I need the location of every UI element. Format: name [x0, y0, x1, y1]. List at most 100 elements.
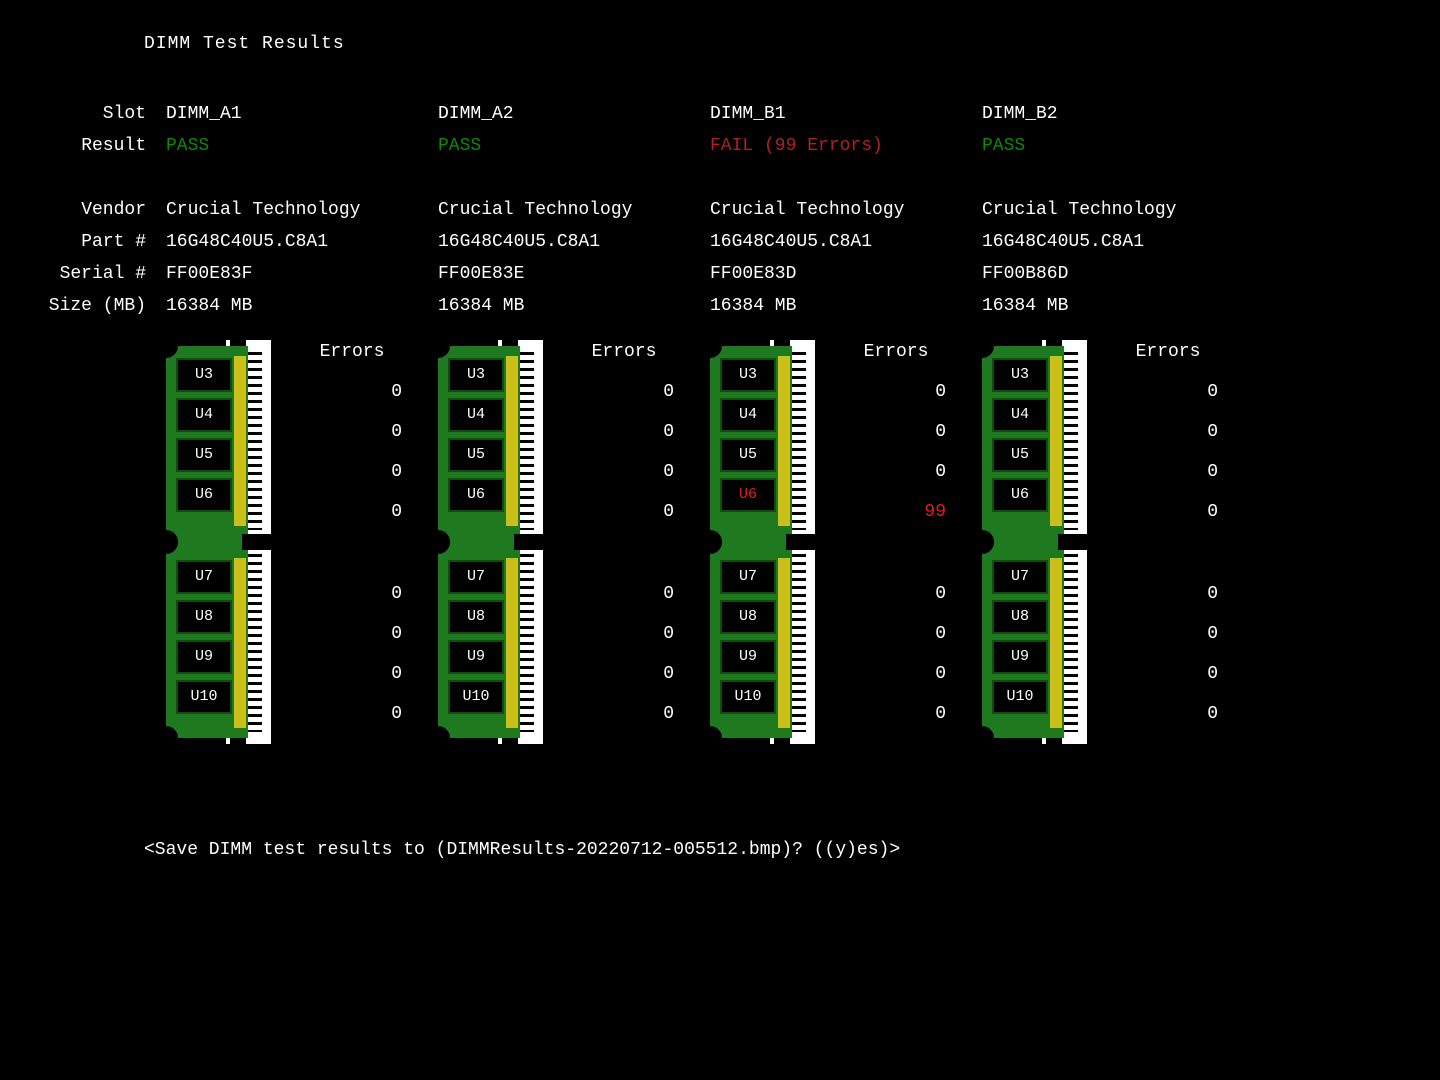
dimm-block: U3U4U5U6U7U8U9U10Errors00000000	[166, 342, 432, 742]
chip-error-count: 0	[574, 574, 674, 614]
row-labels: Slot Result Vendor Part # Serial # Size …	[0, 98, 160, 322]
chip-error-count: 0	[574, 372, 674, 412]
dimm-chip: U6	[992, 478, 1048, 512]
dimm-chip: U3	[992, 358, 1048, 392]
chip-error-count: 0	[846, 614, 946, 654]
dimm-graphic: U3U4U5U6U7U8U9U10	[982, 342, 1094, 742]
dimm-chip: U5	[992, 438, 1048, 472]
chip-error-count: 99	[846, 492, 946, 532]
chip-error-count: 0	[574, 654, 674, 694]
dimm-columns: DIMM_A1PASSCrucial Technology16G48C40U5.…	[160, 98, 1248, 742]
dimm-result: PASS	[438, 130, 704, 162]
dimm-graphic: U3U4U5U6U7U8U9U10	[166, 342, 278, 742]
dimm-graphic: U3U4U5U6U7U8U9U10	[710, 342, 822, 742]
dimm-column: DIMM_A2PASSCrucial Technology16G48C40U5.…	[432, 98, 704, 742]
dimm-chip: U7	[720, 560, 776, 594]
dimm-chip: U5	[448, 438, 504, 472]
dimm-size: 16384 MB	[982, 290, 1248, 322]
dimm-chip: U4	[448, 398, 504, 432]
label-part: Part #	[0, 226, 160, 258]
chip-error-count: 0	[1118, 654, 1218, 694]
chip-error-count: 0	[1118, 574, 1218, 614]
chip-error-count: 0	[846, 574, 946, 614]
dimm-graphic: U3 U4 U5 U6 U7 U8 U9 U10	[438, 342, 550, 742]
dimm-chip: U8	[448, 600, 504, 634]
chip-error-count: 0	[1118, 412, 1218, 452]
dimm-column: DIMM_B2PASS Crucial Technology16G48C40U5.…	[976, 98, 1248, 742]
dimm-slot: DIMM_A1	[166, 98, 432, 130]
errors-column: Errors00000000	[302, 342, 402, 734]
page-title: DIMM Test Results	[144, 34, 345, 54]
chip-error-count: 0	[1118, 694, 1218, 734]
chip-error-count: 0	[574, 452, 674, 492]
dimm-chip: U9	[992, 640, 1048, 674]
chip-error-count: 0	[574, 614, 674, 654]
dimm-chip: U5	[720, 438, 776, 472]
chip-error-count: 0	[574, 412, 674, 452]
chip-error-count: 0	[302, 372, 402, 412]
label-slot: Slot	[0, 98, 160, 130]
chip-error-count: 0	[302, 412, 402, 452]
chip-error-count: 0	[846, 452, 946, 492]
dimm-chip: U3	[176, 358, 232, 392]
dimm-serial: FF00E83F	[166, 258, 432, 290]
chip-error-count: 0	[302, 614, 402, 654]
dimm-slot: DIMM_A2	[438, 98, 704, 130]
dimm-vendor: Crucial Technology	[166, 194, 432, 226]
errors-header: Errors	[846, 342, 946, 372]
dimm-part: 16G48C40U5.C8A1	[438, 226, 704, 258]
errors-column: Errors000990000	[846, 342, 946, 734]
chip-error-count: 0	[302, 574, 402, 614]
chip-error-count: 0	[1118, 614, 1218, 654]
dimm-chip: U4	[720, 398, 776, 432]
chip-error-count: 0	[302, 492, 402, 532]
dimm-slot: DIMM_B2	[982, 98, 1248, 130]
dimm-test-results-screen: DIMM Test Results Slot Result Vendor Par…	[0, 0, 1440, 1080]
dimm-chip: U6	[448, 478, 504, 512]
dimm-chip: U6	[176, 478, 232, 512]
chip-error-count: 0	[846, 654, 946, 694]
label-serial: Serial #	[0, 258, 160, 290]
chip-error-count: 0	[302, 694, 402, 734]
save-prompt[interactable]: <Save DIMM test results to (DIMMResults-…	[144, 840, 900, 860]
chip-error-count: 0	[846, 412, 946, 452]
errors-column: Errors00000000	[574, 342, 674, 734]
label-result: Result	[0, 130, 160, 162]
errors-header: Errors	[1118, 342, 1218, 372]
dimm-chip: U9	[720, 640, 776, 674]
chip-error-count: 0	[1118, 452, 1218, 492]
dimm-chip: U9	[448, 640, 504, 674]
dimm-block: U3U4U5U6U7U8U9U10Errors00000000	[982, 342, 1248, 742]
dimm-serial: FF00E83D	[710, 258, 976, 290]
dimm-column: DIMM_A1PASSCrucial Technology16G48C40U5.…	[160, 98, 432, 742]
errors-header: Errors	[302, 342, 402, 372]
dimm-size: 16384 MB	[166, 290, 432, 322]
dimm-block: U3U4U5U6U7U8U9U10Errors000990000	[710, 342, 976, 742]
errors-column: Errors00000000	[1118, 342, 1218, 734]
dimm-block: U3 U4 U5 U6 U7 U8 U9 U10 Errors00000000	[438, 342, 704, 742]
chip-error-count: 0	[846, 694, 946, 734]
dimm-chip: U8	[720, 600, 776, 634]
dimm-chip: U9	[176, 640, 232, 674]
dimm-chip: U10	[448, 680, 504, 714]
chip-error-count: 0	[302, 452, 402, 492]
chip-error-count: 0	[574, 694, 674, 734]
dimm-chip: U4	[992, 398, 1048, 432]
dimm-chip: U10	[992, 680, 1048, 714]
dimm-vendor: Crucial Technology	[982, 194, 1248, 226]
dimm-result: PASS	[982, 130, 1248, 162]
dimm-chip: U4	[176, 398, 232, 432]
dimm-chip: U7	[448, 560, 504, 594]
dimm-chip: U5	[176, 438, 232, 472]
dimm-serial: FF00E83E	[438, 258, 704, 290]
dimm-slot: DIMM_B1	[710, 98, 976, 130]
dimm-chip: U7	[176, 560, 232, 594]
dimm-result: PASS	[166, 130, 432, 162]
dimm-part: 16G48C40U5.C8A1	[982, 226, 1248, 258]
chip-error-count: 0	[302, 654, 402, 694]
dimm-vendor: Crucial Technology	[710, 194, 976, 226]
errors-header: Errors	[574, 342, 674, 372]
dimm-chip: U3	[448, 358, 504, 392]
dimm-chip: U7	[992, 560, 1048, 594]
dimm-chip: U8	[176, 600, 232, 634]
